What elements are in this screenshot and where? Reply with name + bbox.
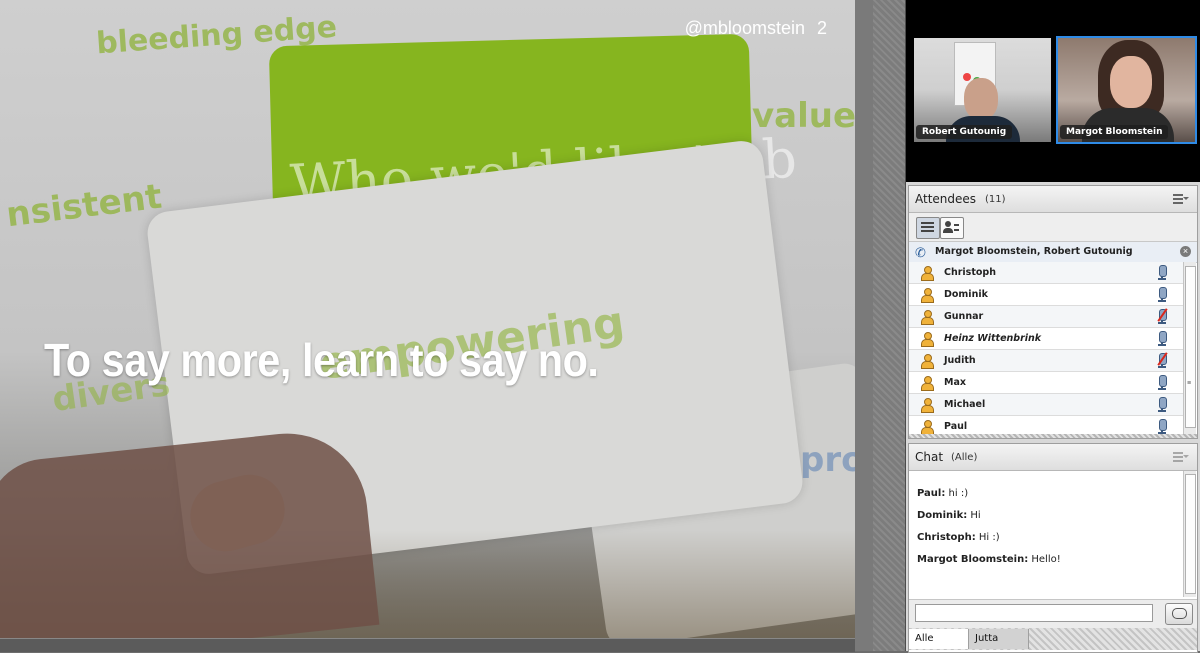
panel-divider[interactable]: [873, 0, 906, 651]
list-view-icon[interactable]: [916, 217, 940, 239]
attendee-name: Gunnar: [944, 311, 984, 322]
scroll-grip-icon: ≡: [1187, 380, 1192, 387]
attendee-row[interactable]: Heinz Wittenbrink: [909, 328, 1183, 350]
person-margot: [1110, 56, 1152, 108]
slide-headline: To say more, learn to say no.: [44, 334, 599, 386]
chat-message-text: hi :): [945, 488, 969, 499]
chat-message-text: Hi :): [975, 532, 1000, 543]
attendees-count: (11): [985, 194, 1006, 205]
attendee-name: Paul: [944, 421, 968, 432]
user-icon: [921, 332, 934, 347]
chat-pod: Chat (Alle) Paul: hi :) Dominik: Hi Christ…: [908, 443, 1198, 653]
phone-icon: ✆: [915, 245, 926, 260]
user-icon: [921, 354, 934, 369]
bg-word-approach: pro: [800, 440, 855, 480]
chat-input[interactable]: [915, 604, 1153, 622]
user-view-icon[interactable]: [940, 217, 964, 239]
hand-image: [0, 425, 380, 638]
microphone-icon[interactable]: [1157, 375, 1167, 390]
attendee-row[interactable]: Judith: [909, 350, 1183, 372]
attendee-scrollbar[interactable]: ≡: [1183, 262, 1196, 436]
user-icon: [921, 398, 934, 413]
attendee-list: Christoph Dominik Gunnar Heinz Wittenbrink J…: [909, 262, 1183, 434]
chat-message-author: Dominik:: [917, 510, 968, 521]
attendees-pod: Attendees (11) ✆ Margot Bloomstein, Robe…: [908, 185, 1198, 439]
tab-alle[interactable]: Alle: [909, 629, 969, 649]
chat-message: Christoph: Hi :): [917, 532, 1000, 543]
chat-messages: Paul: hi :) Dominik: Hi Christoph: Hi :) Ma…: [909, 471, 1183, 596]
person-robert: [964, 78, 998, 120]
right-panel: Robert Gutounig Margot Bloomstein Attend…: [906, 0, 1200, 653]
attendee-row[interactable]: Dominik: [909, 284, 1183, 306]
bg-word-consistent: nsistent: [4, 176, 164, 236]
chat-message: Dominik: Hi: [917, 510, 981, 521]
user-icon: [921, 266, 934, 281]
camera-feed-robert[interactable]: Robert Gutounig: [914, 38, 1051, 142]
chat-message: Margot Bloomstein: Hello!: [917, 554, 1061, 565]
microphone-icon[interactable]: [1157, 265, 1167, 280]
active-speakers-row[interactable]: ✆ Margot Bloomstein, Robert Gutounig ×: [909, 242, 1197, 263]
resize-hatch[interactable]: [909, 434, 1197, 438]
attendees-title: Attendees: [915, 192, 977, 206]
pod-menu-icon[interactable]: [1173, 194, 1189, 204]
pod-menu-icon[interactable]: [1173, 452, 1189, 462]
chat-message-text: Hi: [967, 510, 981, 521]
chat-title: Chat: [915, 450, 944, 464]
user-icon: [921, 376, 934, 391]
camera-pod: Robert Gutounig Margot Bloomstein: [906, 0, 1200, 182]
attendee-row[interactable]: Paul: [909, 416, 1183, 434]
speech-bubble-icon: [1172, 608, 1187, 619]
scrollbar-thumb[interactable]: [1185, 474, 1196, 594]
microphone-icon[interactable]: [1157, 287, 1167, 302]
microphone-icon[interactable]: [1157, 419, 1167, 434]
presentation-slide: bleeding edge value nsistent Who we'd li…: [0, 0, 855, 638]
chat-tabs: Alle Jutta: [909, 628, 1197, 650]
slide-page-number: 2: [816, 18, 827, 38]
close-icon[interactable]: ×: [1180, 246, 1191, 257]
user-icon: [921, 288, 934, 303]
camera-name-label: Robert Gutounig: [916, 125, 1013, 139]
attendee-name: Max: [944, 377, 966, 388]
chat-header: Chat (Alle): [909, 444, 1197, 471]
attendee-name: Heinz Wittenbrink: [944, 333, 1042, 344]
slide-handle: @mbloomstein 2: [685, 18, 827, 39]
attendee-name: Judith: [944, 355, 976, 366]
microphone-muted-icon[interactable]: [1157, 352, 1168, 368]
chat-message: Paul: hi :): [917, 488, 968, 499]
chat-scrollbar[interactable]: [1183, 471, 1196, 597]
attendee-row[interactable]: Gunnar: [909, 306, 1183, 328]
attendee-row[interactable]: Max: [909, 372, 1183, 394]
slide-handle-text: @mbloomstein: [684, 18, 805, 38]
active-speakers-names: Margot Bloomstein, Robert Gutounig: [935, 246, 1133, 257]
user-icon: [921, 310, 934, 325]
microphone-muted-icon[interactable]: [1157, 308, 1168, 324]
microphone-icon[interactable]: [1157, 397, 1167, 412]
chat-message-author: Paul:: [917, 488, 946, 499]
attendees-toolbar: [909, 213, 1197, 242]
attendee-row[interactable]: Christoph: [909, 262, 1183, 284]
chat-message-text: Hello!: [1028, 554, 1061, 565]
chat-message-author: Christoph:: [917, 532, 976, 543]
attendee-name: Christoph: [944, 267, 996, 278]
slide-bottom-bar: [0, 638, 855, 652]
send-button[interactable]: [1165, 603, 1193, 625]
attendees-header: Attendees (11): [909, 186, 1197, 213]
attendee-row[interactable]: Michael: [909, 394, 1183, 416]
tab-jutta[interactable]: Jutta: [969, 629, 1029, 649]
camera-feed-margot[interactable]: Margot Bloomstein: [1056, 36, 1197, 144]
attendee-name: Michael: [944, 399, 986, 410]
microphone-icon[interactable]: [1157, 331, 1167, 346]
chat-input-row: [909, 599, 1197, 628]
attendee-name: Dominik: [944, 289, 988, 300]
chat-message-author: Margot Bloomstein:: [917, 554, 1029, 565]
chat-scope: (Alle): [951, 452, 978, 463]
camera-name-label: Margot Bloomstein: [1060, 125, 1169, 139]
user-icon: [921, 420, 934, 434]
layout-gutter: [855, 0, 873, 651]
scrollbar-thumb[interactable]: [1185, 266, 1196, 428]
